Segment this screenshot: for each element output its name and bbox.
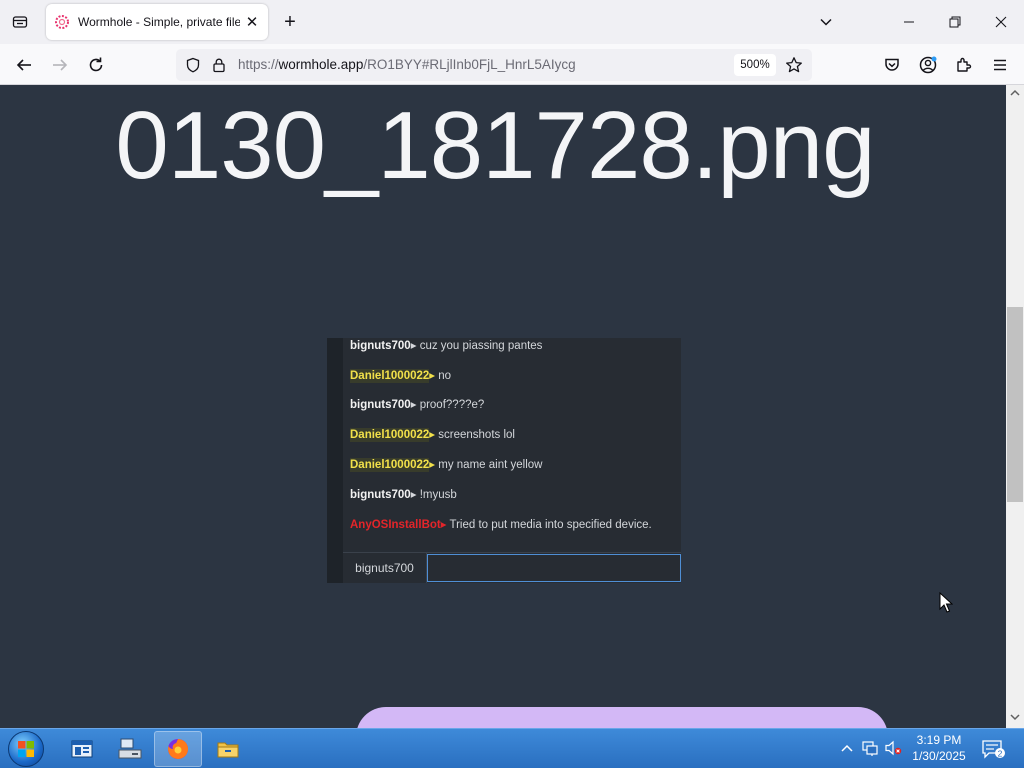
chat-log: bignuts700▸ cuz you piassing pantes Dani… [343,338,681,550]
chat-message: Daniel1000022▸ screenshots lol [350,427,515,442]
chat-message: Daniel1000022▸ my name aint yellow [350,457,543,472]
page-content: 0130_181728.png bignuts700▸ cuz you pias… [0,85,1006,728]
chat-text: cuz you piassing pantes [419,340,543,352]
taskbar-file-explorer-icon[interactable] [204,731,252,767]
taskbar-server-manager-icon[interactable] [58,731,106,767]
zoom-level-badge[interactable]: 500% [734,54,776,76]
chat-nick: bignuts700 [350,489,411,501]
chat-text: my name aint yellow [438,459,543,471]
file-name-heading: 0130_181728.png [115,92,875,199]
new-tab-icon[interactable]: + [278,10,302,34]
action-center-notification-icon[interactable]: 2 [980,737,1006,761]
browser-tab-wormhole[interactable]: Wormhole - Simple, private file ✕ [46,4,268,40]
chat-message-input [427,554,681,582]
mouse-cursor-icon [939,592,953,613]
page-scrollbar[interactable] [1006,85,1024,728]
chat-arrow: ▸ [410,340,420,352]
url-host: wormhole.app [278,57,364,72]
address-bar[interactable]: https://wormhole.app/RO1BYY#RLjlInb0FjL_… [176,49,812,81]
chat-message: bignuts700▸ cuz you piassing pantes [350,338,542,352]
notification-count: 2 [998,748,1003,758]
network-tray-icon[interactable] [861,739,879,757]
url-path: /RO1BYY#RLjlInb0FjL_HnrL5AIycg [363,57,576,72]
clock-time: 3:19 PM [916,733,962,747]
account-icon[interactable] [915,52,941,78]
close-tab-icon[interactable]: ✕ [244,14,260,31]
show-hidden-icons-chevron-up-icon[interactable] [838,739,856,757]
wormhole-favicon-icon [55,15,69,29]
extensions-icon[interactable] [951,52,977,78]
chat-nick: AnyOSInstallBot [350,519,441,531]
taskbar-network-computer-icon[interactable] [106,731,154,767]
taskbar-firefox-icon[interactable] [154,731,202,767]
chat-text: !myusb [419,489,457,501]
url-text[interactable]: https://wormhole.app/RO1BYY#RLjlInb0FjL_… [238,57,576,72]
download-button[interactable] [356,707,888,728]
back-arrow-icon[interactable] [11,52,37,78]
chat-arrow: ▸ [429,429,439,441]
minimize-window-icon[interactable] [886,0,932,44]
chat-arrow: ▸ [429,459,439,471]
restore-window-icon[interactable] [932,0,978,44]
close-window-icon[interactable] [978,0,1024,44]
chat-text: no [438,370,452,382]
chat-message: Daniel1000022▸ no [350,368,452,383]
scroll-up-arrow-icon[interactable] [1010,89,1020,97]
bookmark-star-icon[interactable] [784,55,804,75]
windows-taskbar: 3:19 PM 1/30/2025 2 [0,728,1024,768]
chat-message: bignuts700▸ proof????e? [350,397,484,411]
forward-arrow-icon[interactable] [47,52,73,78]
chat-arrow: ▸ [429,370,439,382]
reload-icon[interactable] [83,52,109,78]
navigation-toolbar: https://wormhole.app/RO1BYY#RLjlInb0FjL_… [0,44,1024,85]
chat-nick: Daniel1000022 [350,369,430,383]
preview-side-strip [327,338,343,583]
chat-nick: Daniel1000022 [350,428,430,442]
chat-message: bignuts700▸ !myusb [350,487,457,501]
chat-nick: bignuts700 [350,340,411,352]
clock-date: 1/30/2025 [912,749,966,763]
chat-arrow: ▸ [410,399,420,411]
chat-input-row: bignuts700 [343,552,681,583]
taskbar-clock[interactable]: 3:19 PM 1/30/2025 [906,732,972,764]
tracking-shield-icon[interactable] [184,56,202,74]
chat-arrow: ▸ [410,489,420,501]
firefox-view-icon[interactable] [8,10,32,34]
volume-muted-tray-icon[interactable] [884,739,902,757]
image-preview: bignuts700▸ cuz you piassing pantes Dani… [327,338,681,583]
chat-text: Tried to put media into specified device… [449,519,652,531]
list-all-tabs-icon[interactable] [814,10,838,34]
chat-nick: bignuts700 [350,399,411,411]
chat-nick: Daniel1000022 [350,458,430,472]
scroll-down-arrow-icon[interactable] [1010,713,1020,721]
lock-icon[interactable] [210,56,228,74]
start-button-windows-logo-icon[interactable] [8,731,44,767]
tab-title: Wormhole - Simple, private file [78,15,240,29]
chat-text: screenshots lol [438,429,515,441]
chat-text: proof????e? [419,399,485,411]
menu-hamburger-icon[interactable] [987,52,1013,78]
pocket-icon[interactable] [879,52,905,78]
chat-arrow: ▸ [440,519,450,531]
tab-bar: Wormhole - Simple, private file ✕ + [0,0,1024,44]
nick-box: bignuts700 [343,553,427,583]
scrollbar-thumb[interactable] [1007,307,1023,502]
chat-message: AnyOSInstallBot▸ Tried to put media into… [350,517,652,531]
url-prefix: https:// [238,57,279,72]
